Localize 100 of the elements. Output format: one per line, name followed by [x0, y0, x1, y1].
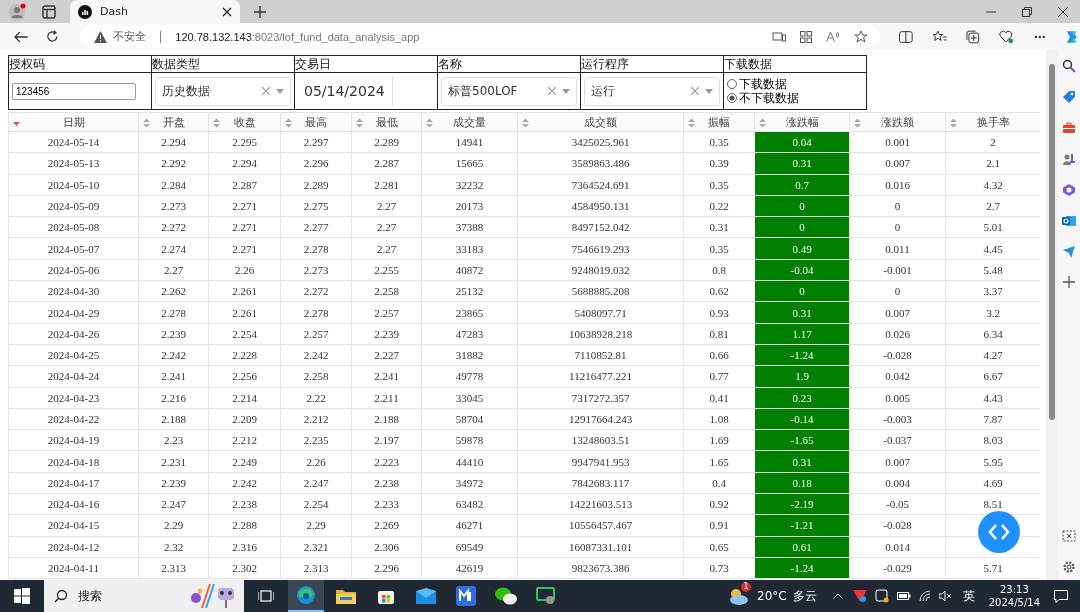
health-icon[interactable] — [999, 29, 1015, 44]
table-cell: -0.04 — [754, 259, 849, 281]
table-cell: 4584950.131 — [517, 195, 683, 217]
settings-icon[interactable] — [1062, 560, 1076, 574]
tab-actions-icon[interactable] — [42, 4, 56, 19]
column-header[interactable]: 最高 — [280, 113, 351, 131]
dropdown[interactable]: 历史数据 — [155, 76, 291, 106]
clock-time[interactable]: 23:13 — [999, 583, 1029, 596]
table-cell: 2.211 — [351, 387, 421, 408]
column-header[interactable]: 成交额 — [517, 113, 683, 131]
table-cell: 5408097.71 — [517, 302, 683, 323]
new-tab-icon[interactable] — [254, 5, 266, 18]
column-header[interactable]: 涨跌额 — [849, 113, 945, 131]
toolbox-icon[interactable] — [1062, 121, 1076, 135]
clear-icon[interactable] — [548, 87, 556, 95]
table-cell: 2024-05-07 — [8, 238, 138, 259]
more-icon[interactable] — [1033, 34, 1046, 39]
clear-icon[interactable] — [691, 87, 699, 95]
column-header[interactable]: 涨跌幅 — [754, 113, 849, 131]
table-cell: 2.7 — [945, 195, 1040, 217]
table-cell: 46271 — [421, 515, 517, 536]
restore-icon[interactable] — [1022, 6, 1032, 17]
screenshot-icon[interactable] — [1062, 529, 1076, 543]
task-view-icon — [258, 589, 274, 603]
split-screen-icon[interactable] — [899, 30, 913, 43]
radio-button[interactable] — [727, 79, 737, 89]
battery-icon[interactable] — [896, 592, 911, 600]
column-header[interactable]: 换手率 — [945, 113, 1040, 131]
people-icon[interactable] — [1062, 152, 1076, 166]
column-header[interactable]: 收盘 — [208, 113, 280, 131]
table-cell: 32232 — [421, 174, 517, 195]
column-header[interactable]: 开盘 — [138, 113, 208, 131]
device-icon[interactable] — [772, 31, 787, 42]
date-field[interactable]: 05/14/2024 — [298, 76, 393, 106]
add-icon[interactable] — [1063, 276, 1075, 288]
table-cell: 2.223 — [351, 451, 421, 472]
taskbar-search-field[interactable]: 搜索 — [44, 580, 244, 612]
radio-button[interactable] — [727, 93, 737, 103]
collections-icon[interactable] — [966, 29, 981, 44]
clock-date[interactable]: 2024/5/14 — [988, 596, 1040, 609]
profile-icon[interactable] — [8, 1, 28, 22]
antivirus-tray-icon[interactable] — [852, 590, 867, 602]
caret-icon[interactable] — [276, 88, 284, 94]
column-header[interactable]: 成交量 — [421, 113, 517, 131]
apps-icon[interactable] — [800, 30, 813, 43]
table-cell: 15665 — [421, 153, 517, 174]
table-cell: 4.45 — [945, 238, 1040, 259]
office-icon[interactable] — [1062, 183, 1076, 197]
read-aloud-icon[interactable] — [826, 30, 841, 43]
table-cell: 7317272.357 — [517, 387, 683, 408]
table-cell: 2.292 — [138, 153, 208, 174]
caret-icon[interactable] — [705, 88, 713, 94]
table-cell: 4.43 — [945, 387, 1040, 408]
send-icon[interactable] — [1062, 245, 1076, 259]
table-cell: 2.233 — [351, 494, 421, 515]
table-cell: 0.18 — [754, 472, 849, 494]
dropdown[interactable]: 运行 — [584, 76, 720, 106]
chevron-up-icon[interactable] — [832, 593, 843, 599]
caret-icon[interactable] — [562, 88, 570, 94]
table-cell: 0.23 — [754, 387, 849, 408]
table-cell: 5.95 — [945, 451, 1040, 472]
refresh-icon[interactable] — [45, 30, 59, 43]
table-cell: 2024-05-14 — [8, 132, 138, 153]
notifications-icon[interactable] — [1054, 589, 1068, 603]
wifi-icon[interactable] — [918, 590, 931, 602]
tag-icon[interactable] — [1062, 90, 1076, 104]
dropdown[interactable]: 标普500LOF — [441, 76, 577, 106]
scrollbar[interactable] — [1046, 50, 1058, 580]
table-cell: 40872 — [421, 259, 517, 281]
outlook-icon[interactable] — [1062, 214, 1076, 228]
back-icon[interactable] — [14, 30, 28, 43]
column-header[interactable]: 日期 — [8, 113, 138, 131]
table-cell: 33183 — [421, 238, 517, 259]
muted-speaker-icon[interactable] — [938, 591, 953, 601]
table-cell: -1.24 — [754, 557, 849, 579]
table-cell: 59878 — [421, 430, 517, 451]
table-cell: 2.295 — [208, 132, 280, 153]
start-icon[interactable] — [14, 588, 30, 604]
table-cell: -0.028 — [849, 344, 945, 366]
table-cell: 0.04 — [754, 132, 849, 153]
column-header[interactable]: 最低 — [351, 113, 421, 131]
address-bar[interactable]: 不安全 120.78.132.143:8023/lof_fund_data_analysis_app — [80, 25, 881, 48]
table-cell: 0.007 — [849, 451, 945, 472]
table-cell: 2.257 — [280, 323, 351, 344]
browser-tab[interactable]: Dash — [70, 0, 240, 23]
radio-option[interactable]: 不下载数据 — [727, 91, 799, 105]
close-icon[interactable] — [1058, 6, 1068, 17]
favorites-icon[interactable] — [931, 29, 948, 44]
tray-app-icon[interactable] — [874, 589, 889, 603]
table-cell: 2.277 — [280, 217, 351, 238]
radio-option[interactable]: 下载数据 — [727, 77, 799, 91]
column-header[interactable]: 振幅 — [683, 113, 754, 131]
clear-icon[interactable] — [262, 87, 270, 95]
input-field[interactable]: 123456 — [12, 82, 136, 100]
favorite-star-icon[interactable] — [854, 29, 869, 44]
table-cell: 58704 — [421, 408, 517, 430]
search-icon[interactable] — [1062, 59, 1076, 73]
input-method-indicator[interactable]: 英 — [962, 587, 975, 605]
close-icon[interactable] — [222, 6, 232, 17]
debug-toggle-button[interactable] — [978, 511, 1020, 553]
